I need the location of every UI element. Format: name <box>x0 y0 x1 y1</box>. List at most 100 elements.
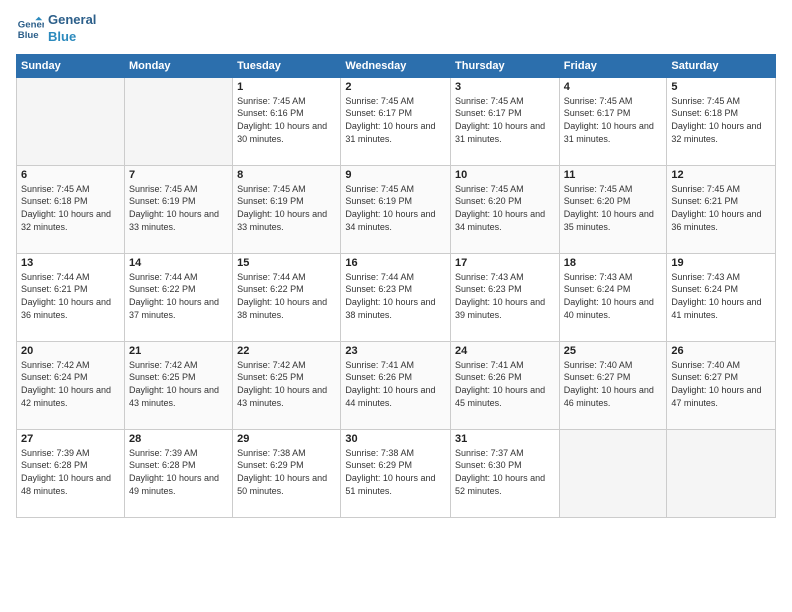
day-info: Sunrise: 7:38 AMSunset: 6:29 PMDaylight:… <box>345 447 446 497</box>
day-info: Sunrise: 7:43 AMSunset: 6:24 PMDaylight:… <box>671 271 771 321</box>
day-number: 21 <box>129 345 228 357</box>
day-number: 7 <box>129 169 228 181</box>
day-info: Sunrise: 7:45 AMSunset: 6:19 PMDaylight:… <box>237 183 336 233</box>
calendar-cell <box>667 429 776 517</box>
calendar-cell: 28 Sunrise: 7:39 AMSunset: 6:28 PMDayligh… <box>124 429 232 517</box>
calendar-cell: 30Sunrise: 7:38 AMSunset: 6:29 PMDayligh… <box>341 429 451 517</box>
calendar-cell: 15 Sunrise: 7:44 AMSunset: 6:22 PMDayligh… <box>233 253 341 341</box>
day-number: 15 <box>237 257 336 269</box>
day-number: 16 <box>345 257 446 269</box>
day-info: Sunrise: 7:42 AMSunset: 6:24 PMDaylight:… <box>21 359 120 409</box>
calendar-week-row: 13 Sunrise: 7:44 AMSunset: 6:21 PMDayligh… <box>17 253 776 341</box>
calendar-cell: 8 Sunrise: 7:45 AMSunset: 6:19 PMDaylight… <box>233 165 341 253</box>
calendar-cell: 1Sunrise: 7:45 AMSunset: 6:16 PMDaylight… <box>233 77 341 165</box>
day-number: 10 <box>455 169 555 181</box>
calendar-week-row: 20 Sunrise: 7:42 AMSunset: 6:24 PMDayligh… <box>17 341 776 429</box>
logo-text: General <box>48 12 96 29</box>
calendar-cell <box>559 429 667 517</box>
calendar-cell: 27 Sunrise: 7:39 AMSunset: 6:28 PMDayligh… <box>17 429 125 517</box>
calendar-cell: 19 Sunrise: 7:43 AMSunset: 6:24 PMDayligh… <box>667 253 776 341</box>
day-info: Sunrise: 7:38 AMSunset: 6:29 PMDaylight:… <box>237 447 336 497</box>
calendar-cell: 12 Sunrise: 7:45 AMSunset: 6:21 PMDayligh… <box>667 165 776 253</box>
day-info: Sunrise: 7:45 AMSunset: 6:18 PMDaylight:… <box>21 183 120 233</box>
day-info: Sunrise: 7:45 AMSunset: 6:20 PMDaylight:… <box>455 183 555 233</box>
day-number: 3 <box>455 81 555 93</box>
day-info: Sunrise: 7:41 AMSunset: 6:26 PMDaylight:… <box>455 359 555 409</box>
day-info: Sunrise: 7:45 AMSunset: 6:17 PMDaylight:… <box>345 95 446 145</box>
weekday-header: Sunday <box>17 54 125 77</box>
calendar-cell: 16 Sunrise: 7:44 AMSunset: 6:23 PMDayligh… <box>341 253 451 341</box>
day-info: Sunrise: 7:37 AMSunset: 6:30 PMDaylight:… <box>455 447 555 497</box>
day-info: Sunrise: 7:40 AMSunset: 6:27 PMDaylight:… <box>671 359 771 409</box>
day-number: 27 <box>21 433 120 445</box>
day-number: 17 <box>455 257 555 269</box>
calendar-page: General Blue General Blue SundayMondayTu… <box>0 0 792 612</box>
calendar-cell: 22 Sunrise: 7:42 AMSunset: 6:25 PMDayligh… <box>233 341 341 429</box>
day-number: 19 <box>671 257 771 269</box>
day-number: 24 <box>455 345 555 357</box>
calendar-cell: 26 Sunrise: 7:40 AMSunset: 6:27 PMDayligh… <box>667 341 776 429</box>
calendar-cell: 24 Sunrise: 7:41 AMSunset: 6:26 PMDayligh… <box>451 341 560 429</box>
day-info: Sunrise: 7:45 AMSunset: 6:19 PMDaylight:… <box>345 183 446 233</box>
calendar-cell: 17 Sunrise: 7:43 AMSunset: 6:23 PMDayligh… <box>451 253 560 341</box>
calendar-cell: 13 Sunrise: 7:44 AMSunset: 6:21 PMDayligh… <box>17 253 125 341</box>
day-number: 28 <box>129 433 228 445</box>
day-number: 22 <box>237 345 336 357</box>
calendar-cell: 9 Sunrise: 7:45 AMSunset: 6:19 PMDaylight… <box>341 165 451 253</box>
calendar-cell: 11 Sunrise: 7:45 AMSunset: 6:20 PMDayligh… <box>559 165 667 253</box>
day-number: 2 <box>345 81 446 93</box>
day-number: 1 <box>237 81 336 93</box>
day-info: Sunrise: 7:44 AMSunset: 6:21 PMDaylight:… <box>21 271 120 321</box>
day-info: Sunrise: 7:45 AMSunset: 6:21 PMDaylight:… <box>671 183 771 233</box>
calendar-cell <box>17 77 125 165</box>
calendar-cell: 14 Sunrise: 7:44 AMSunset: 6:22 PMDayligh… <box>124 253 232 341</box>
day-info: Sunrise: 7:45 AMSunset: 6:17 PMDaylight:… <box>564 95 663 145</box>
day-number: 14 <box>129 257 228 269</box>
weekday-header: Thursday <box>451 54 560 77</box>
weekday-header: Friday <box>559 54 667 77</box>
day-info: Sunrise: 7:43 AMSunset: 6:24 PMDaylight:… <box>564 271 663 321</box>
day-number: 20 <box>21 345 120 357</box>
day-info: Sunrise: 7:45 AMSunset: 6:20 PMDaylight:… <box>564 183 663 233</box>
logo-icon: General Blue <box>16 15 44 43</box>
svg-text:General: General <box>18 19 44 30</box>
day-number: 4 <box>564 81 663 93</box>
day-info: Sunrise: 7:43 AMSunset: 6:23 PMDaylight:… <box>455 271 555 321</box>
day-number: 31 <box>455 433 555 445</box>
weekday-header: Saturday <box>667 54 776 77</box>
day-info: Sunrise: 7:39 AMSunset: 6:28 PMDaylight:… <box>21 447 120 497</box>
day-info: Sunrise: 7:44 AMSunset: 6:22 PMDaylight:… <box>129 271 228 321</box>
day-info: Sunrise: 7:44 AMSunset: 6:23 PMDaylight:… <box>345 271 446 321</box>
page-header: General Blue General Blue <box>16 12 776 46</box>
day-info: Sunrise: 7:42 AMSunset: 6:25 PMDaylight:… <box>129 359 228 409</box>
calendar-cell: 23Sunrise: 7:41 AMSunset: 6:26 PMDayligh… <box>341 341 451 429</box>
day-number: 11 <box>564 169 663 181</box>
day-info: Sunrise: 7:45 AMSunset: 6:17 PMDaylight:… <box>455 95 555 145</box>
calendar-table: SundayMondayTuesdayWednesdayThursdayFrid… <box>16 54 776 518</box>
calendar-cell: 18 Sunrise: 7:43 AMSunset: 6:24 PMDayligh… <box>559 253 667 341</box>
day-info: Sunrise: 7:45 AMSunset: 6:19 PMDaylight:… <box>129 183 228 233</box>
calendar-week-row: 6Sunrise: 7:45 AMSunset: 6:18 PMDaylight… <box>17 165 776 253</box>
day-number: 25 <box>564 345 663 357</box>
calendar-cell: 5Sunrise: 7:45 AMSunset: 6:18 PMDaylight… <box>667 77 776 165</box>
day-info: Sunrise: 7:42 AMSunset: 6:25 PMDaylight:… <box>237 359 336 409</box>
calendar-cell: 21 Sunrise: 7:42 AMSunset: 6:25 PMDayligh… <box>124 341 232 429</box>
calendar-cell: 2 Sunrise: 7:45 AMSunset: 6:17 PMDaylight… <box>341 77 451 165</box>
day-number: 29 <box>237 433 336 445</box>
calendar-cell: 20 Sunrise: 7:42 AMSunset: 6:24 PMDayligh… <box>17 341 125 429</box>
calendar-cell: 3 Sunrise: 7:45 AMSunset: 6:17 PMDaylight… <box>451 77 560 165</box>
calendar-cell: 25Sunrise: 7:40 AMSunset: 6:27 PMDayligh… <box>559 341 667 429</box>
day-number: 8 <box>237 169 336 181</box>
day-number: 26 <box>671 345 771 357</box>
calendar-cell: 6Sunrise: 7:45 AMSunset: 6:18 PMDaylight… <box>17 165 125 253</box>
day-info: Sunrise: 7:39 AMSunset: 6:28 PMDaylight:… <box>129 447 228 497</box>
day-info: Sunrise: 7:44 AMSunset: 6:22 PMDaylight:… <box>237 271 336 321</box>
calendar-week-row: 1Sunrise: 7:45 AMSunset: 6:16 PMDaylight… <box>17 77 776 165</box>
day-number: 12 <box>671 169 771 181</box>
weekday-header-row: SundayMondayTuesdayWednesdayThursdayFrid… <box>17 54 776 77</box>
day-number: 9 <box>345 169 446 181</box>
day-info: Sunrise: 7:45 AMSunset: 6:18 PMDaylight:… <box>671 95 771 145</box>
day-number: 13 <box>21 257 120 269</box>
calendar-cell: 29 Sunrise: 7:38 AMSunset: 6:29 PMDayligh… <box>233 429 341 517</box>
day-number: 18 <box>564 257 663 269</box>
